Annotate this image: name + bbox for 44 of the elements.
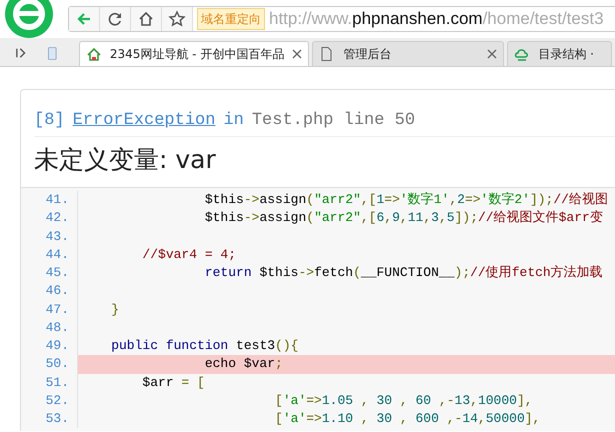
reload-button[interactable]	[100, 7, 131, 31]
code-line: }	[110, 300, 120, 318]
line-number: 49.	[44, 337, 70, 355]
star-button[interactable]	[162, 7, 193, 31]
close-icon[interactable]	[292, 49, 302, 59]
home-button[interactable]	[131, 7, 162, 31]
sidebar-toggle-icon[interactable]	[16, 47, 26, 59]
address-bar[interactable]: 域名重定向 http://www.phpnanshen.com/home/test/test3	[68, 6, 615, 32]
code-line: $this->assign("arr2",[1=>'数字1',2=>'数字2']);//给视图	[204, 191, 609, 209]
line-number: 52.	[44, 392, 70, 410]
browser-logo[interactable]	[4, 0, 54, 39]
line-number: 42.	[44, 209, 70, 228]
line-number: 53.	[44, 410, 70, 428]
line-number: 51.	[44, 374, 70, 392]
code-line: return $this->fetch(__FUNCTION__);//使用fetch方法加载	[204, 264, 604, 282]
line-number: 46.	[44, 282, 70, 300]
line-number: 41.	[44, 191, 70, 209]
code-line: //$var4 = 4;	[141, 246, 238, 264]
redirect-badge: 域名重定向	[197, 8, 265, 30]
line-number: 45.	[44, 264, 70, 282]
browser-tab[interactable]: 管理后台	[312, 41, 504, 66]
code-line: ['a'=>1.10 , 30 , 600 ,-14,50000],	[274, 410, 542, 428]
error-message: 未定义变量: var	[34, 144, 217, 176]
line-number: 44.	[44, 246, 70, 264]
code-line: ['a'=>1.05 , 30 , 60 ,-13,10000],	[274, 392, 534, 410]
code-line: public function test3(){	[110, 337, 300, 355]
browser-tab[interactable]: 2345网址导航 - 开创中国百年品	[78, 41, 310, 66]
line-number: 48.	[44, 318, 70, 337]
url-text[interactable]: http://www.phpnanshen.com/home/test/test3	[269, 6, 604, 32]
in-text: in	[223, 110, 244, 132]
line-number: 50.	[44, 355, 70, 374]
code-line: $arr = [	[141, 374, 206, 392]
exception-link[interactable]: ErrorException	[72, 108, 216, 134]
line-number: 47.	[44, 300, 70, 318]
star-icon	[168, 10, 186, 28]
close-icon[interactable]	[487, 49, 498, 59]
code-line: $this->assign("arr2",[6,9,11,3,5]);//给视图文件$arr变	[204, 209, 604, 228]
error-code: [8]	[34, 110, 65, 132]
home-icon	[137, 10, 155, 28]
line-number: 43.	[44, 228, 70, 246]
file-location: Test.php line 50	[252, 110, 416, 132]
house-icon	[86, 46, 102, 62]
reload-icon	[106, 10, 124, 28]
browser-tab[interactable]: 目录结构 ·	[507, 41, 612, 66]
